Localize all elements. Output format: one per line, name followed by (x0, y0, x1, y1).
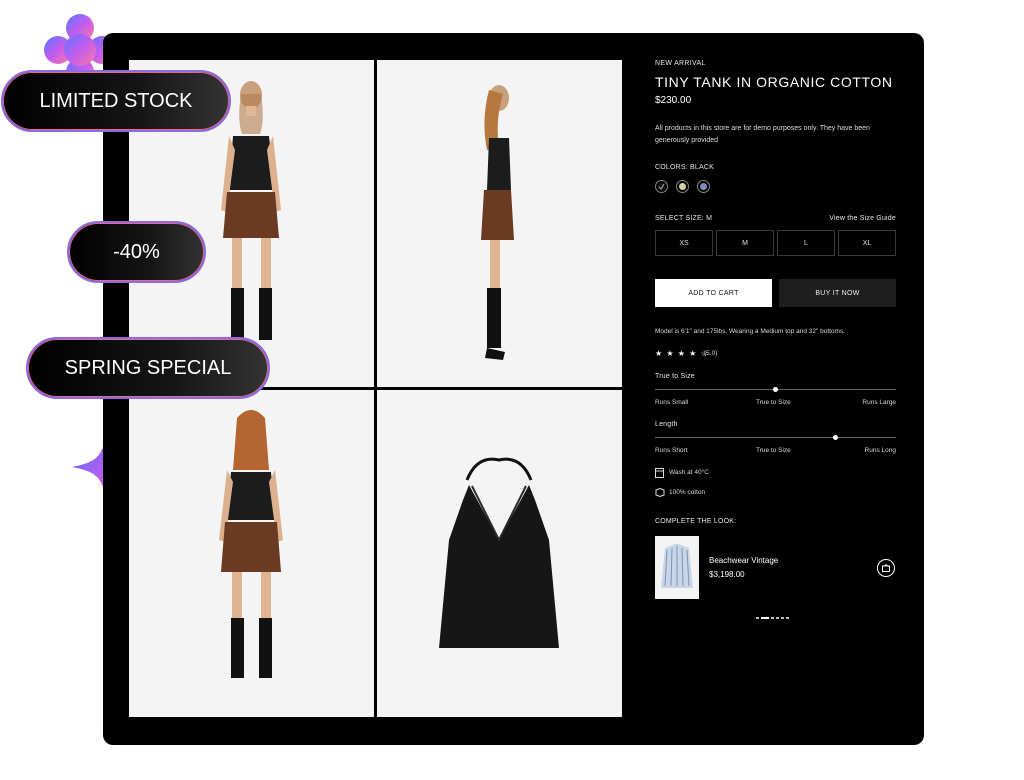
demo-note: All products in this store are for demo … (655, 125, 870, 144)
look-item-price: $3,198.00 (709, 570, 745, 579)
complete-look-title: COMPLETE THE LOOK: (655, 518, 737, 525)
product-price: $230.00 (655, 95, 692, 106)
look-item-image[interactable] (655, 536, 699, 599)
length-title: Length (655, 421, 678, 428)
add-to-cart-button[interactable]: ADD TO CART (655, 279, 772, 307)
swatch-black[interactable] (655, 180, 668, 193)
product-title: TINY TANK IN ORGANIC COTTON (655, 74, 893, 90)
look-item-name[interactable]: Beachwear Vintage (709, 556, 778, 565)
badge-limited-stock: LIMITED STOCK (1, 70, 231, 132)
colors-label: COLORS: BLACK (655, 164, 715, 171)
rating-value: (5.0) (704, 350, 718, 357)
size-xs[interactable]: XS (655, 230, 713, 256)
size-xl[interactable]: XL (838, 230, 896, 256)
swatch-blue[interactable] (697, 180, 710, 193)
fit-title: True to Size (655, 373, 695, 380)
product-image-side[interactable] (377, 60, 622, 387)
rating-stars: ★ ★ ★ ★ ☆ (655, 349, 709, 358)
fabric-icon (655, 488, 665, 497)
check-icon (658, 183, 665, 190)
material-text: 100% cotton (669, 489, 706, 496)
fit-knob (773, 387, 778, 392)
washing-icon (655, 468, 664, 478)
fit-middle: True to Size (756, 399, 791, 406)
model-info: Model is 6'1" and 175lbs. Wearing a Medi… (655, 328, 846, 335)
product-image-back[interactable] (129, 390, 374, 717)
size-guide-link[interactable]: View the Size Guide (829, 215, 896, 222)
size-l[interactable]: L (777, 230, 835, 256)
new-arrival-label: NEW ARRIVAL (655, 60, 706, 67)
fit-left: Runs Small (655, 399, 689, 406)
badge-discount: -40% (67, 221, 206, 283)
size-label: SELECT SIZE: M (655, 215, 713, 222)
swatch-sand[interactable] (676, 180, 689, 193)
length-right: Runs Long (864, 447, 896, 454)
length-left: Runs Short (655, 447, 688, 454)
care-text: Wash at 40°C (669, 469, 709, 476)
length-middle: True to Size (756, 447, 791, 454)
size-m[interactable]: M (716, 230, 774, 256)
fit-right: Runs Large (862, 399, 896, 406)
product-image-flat[interactable] (377, 390, 622, 717)
buy-now-button[interactable]: BUY IT NOW (779, 279, 896, 307)
cart-icon[interactable] (877, 559, 895, 577)
length-slider (655, 435, 896, 440)
carousel-dots[interactable] (756, 609, 791, 627)
badge-spring-special: SPRING SPECIAL (26, 337, 270, 399)
fit-slider (655, 387, 896, 392)
